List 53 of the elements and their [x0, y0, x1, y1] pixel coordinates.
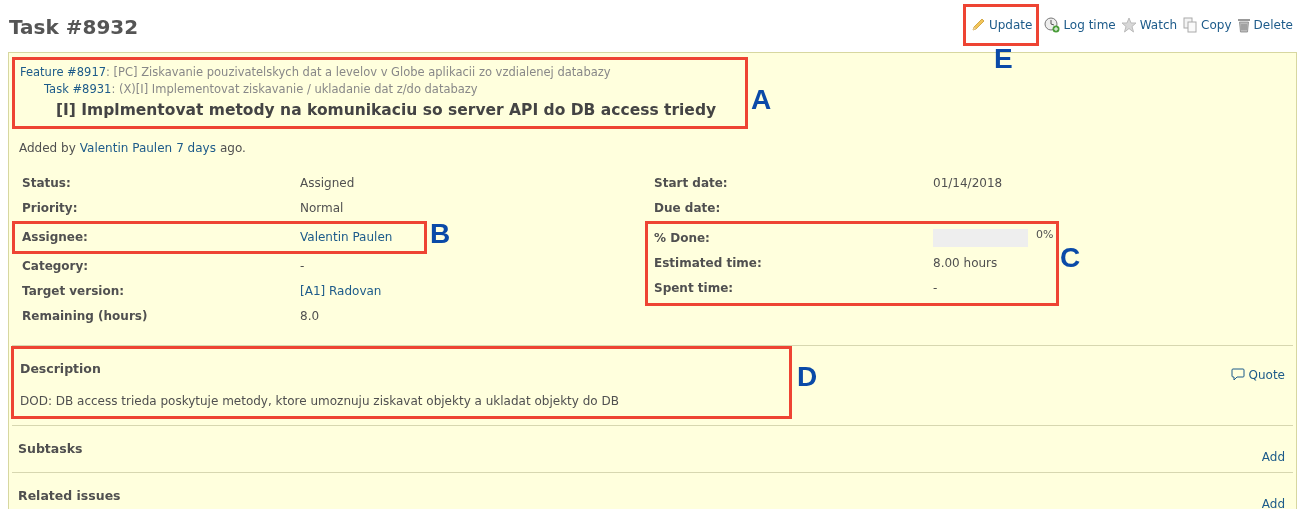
annotation-letter: B: [430, 219, 451, 248]
section-heading: Related issues: [18, 486, 121, 505]
field-label: Priority:: [22, 200, 79, 218]
percent-text: 0%: [1036, 227, 1054, 243]
action-link[interactable]: Copy: [1182, 16, 1232, 34]
author-link[interactable]: Valentin Paulen: [79, 138, 173, 157]
action-link[interactable]: Log time: [1044, 16, 1116, 34]
add-link[interactable]: Add: [1261, 494, 1285, 509]
field-label: Spent time:: [654, 280, 735, 298]
field-label: Category:: [22, 258, 90, 276]
parent-issue-subject: : [PC] Ziskavanie pouzivatelskych dat a levelov v Globe aplikacii zo vzdialenej databazy: [106, 64, 611, 81]
section-heading: Description: [20, 359, 102, 378]
action-link[interactable]: Delete: [1236, 16, 1293, 34]
field-label: % Done:: [654, 230, 711, 248]
page-title: Task #8932: [9, 14, 139, 41]
description-text: DOD: DB access trieda poskytuje metody, ktore umoznuju ziskavat objekty a ukladat objekty do DB: [20, 392, 620, 410]
field-value: -: [933, 280, 938, 298]
clock-icon: [1044, 17, 1061, 33]
field-label: Estimated time:: [654, 255, 763, 273]
annotation-letter: A: [751, 86, 772, 114]
trash-icon: [1236, 17, 1251, 33]
pencil-icon: [969, 17, 986, 33]
age-link[interactable]: 7 days: [176, 138, 216, 157]
field-value: Assigned: [300, 175, 355, 193]
add-link[interactable]: Add: [1261, 447, 1285, 466]
field-value: 01/14/2018: [933, 175, 1003, 193]
annotation-letter: C: [1060, 243, 1081, 272]
field-label: Status:: [22, 175, 72, 193]
field-label: Target version:: [22, 283, 126, 301]
field-label: Assignee:: [22, 229, 89, 247]
issue-subject: [I] Implmentovat metody na komunikaciu so server API do DB access triedy: [56, 99, 717, 121]
section-heading: Subtasks: [18, 439, 83, 458]
parent-issue-subject: : (X)[I] Implementovat ziskavanie / ukladanie dat z/do databazy: [111, 81, 478, 99]
field-value: -: [300, 258, 305, 276]
star-icon: [1120, 17, 1137, 33]
added-by-text: Added by: [19, 139, 76, 157]
field-label: Start date:: [654, 175, 729, 193]
parent-issue-link[interactable]: Feature #8917: [20, 64, 106, 82]
annotation-letter: D: [797, 362, 818, 391]
added-by-text: ago.: [219, 139, 246, 157]
speech-bubble-icon: [1230, 368, 1245, 382]
quote-link[interactable]: Quote: [1230, 365, 1285, 384]
annotation-letter: E: [993, 45, 1013, 73]
field-value: 8.0: [300, 308, 320, 326]
field-value: Normal: [300, 200, 344, 218]
action-link[interactable]: Watch: [1120, 16, 1178, 34]
action-link[interactable]: Update: [969, 16, 1033, 34]
field-label: Due date:: [654, 200, 722, 218]
field-value: 8.00 hours: [933, 255, 998, 273]
field-link[interactable]: Valentin Paulen: [300, 228, 393, 247]
field-link[interactable]: [A1] Radovan: [300, 282, 382, 301]
copy-icon: [1182, 17, 1199, 33]
field-label: Remaining (hours): [22, 308, 149, 326]
